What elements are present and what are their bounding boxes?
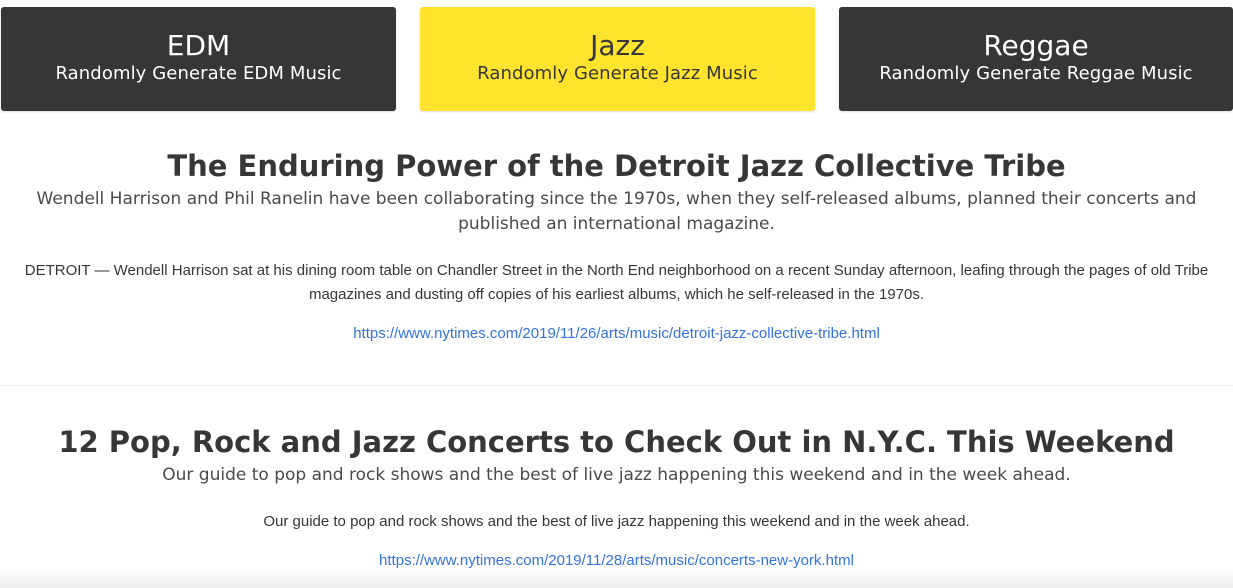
article-card: The Enduring Power of the Detroit Jazz C… xyxy=(0,148,1233,342)
article-title: The Enduring Power of the Detroit Jazz C… xyxy=(167,149,1066,183)
article-link[interactable]: https://www.nytimes.com/2019/11/26/arts/… xyxy=(353,325,880,342)
genre-subtitle: Randomly Generate Jazz Music xyxy=(477,63,758,84)
genre-title: Jazz xyxy=(590,29,645,62)
genre-card-jazz[interactable]: Jazz Randomly Generate Jazz Music xyxy=(420,7,815,111)
genre-title: Reggae xyxy=(983,29,1089,62)
article-body: DETROIT — Wendell Harrison sat at his di… xyxy=(24,262,1209,303)
article-title: 12 Pop, Rock and Jazz Concerts to Check … xyxy=(58,425,1175,459)
genre-card-edm[interactable]: EDM Randomly Generate EDM Music xyxy=(1,7,396,111)
genre-card-reggae[interactable]: Reggae Randomly Generate Reggae Music xyxy=(839,7,1233,111)
article-link[interactable]: https://www.nytimes.com/2019/11/28/arts/… xyxy=(379,552,854,569)
genre-bar: EDM Randomly Generate EDM Music Jazz Ran… xyxy=(0,0,1233,120)
bottom-fade xyxy=(0,568,1233,588)
article-subtitle: Our guide to pop and rock shows and the … xyxy=(162,465,1071,485)
article-body: Our guide to pop and rock shows and the … xyxy=(263,513,970,530)
divider xyxy=(0,385,1233,386)
genre-title: EDM xyxy=(166,29,231,62)
article-subtitle: Wendell Harrison and Phil Ranelin have b… xyxy=(36,189,1197,234)
genre-subtitle: Randomly Generate EDM Music xyxy=(55,63,342,84)
article-card: 12 Pop, Rock and Jazz Concerts to Check … xyxy=(0,424,1233,569)
genre-subtitle: Randomly Generate Reggae Music xyxy=(879,63,1193,84)
